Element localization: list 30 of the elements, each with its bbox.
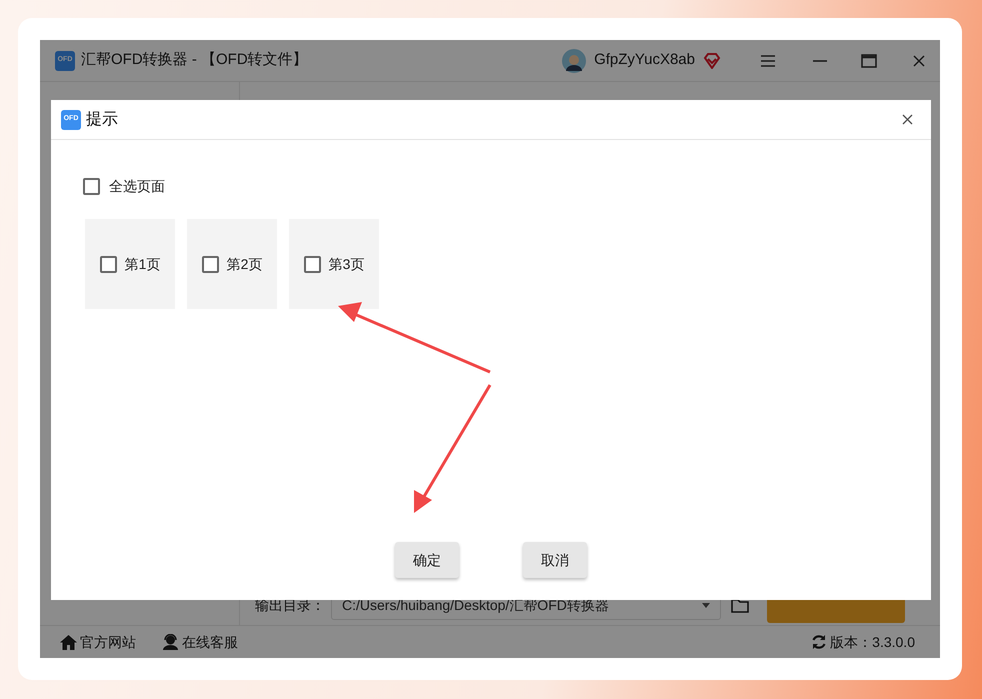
refresh-icon <box>811 634 828 650</box>
close-icon[interactable] <box>902 114 913 125</box>
page-tile[interactable]: 第2页 <box>187 219 277 309</box>
close-icon[interactable] <box>913 54 925 66</box>
home-icon <box>60 634 77 650</box>
diamond-icon <box>703 52 721 68</box>
dialog-title: 提示 <box>86 110 118 130</box>
checkbox-label: 第1页 <box>124 254 160 274</box>
footer-link[interactable]: 官方网站 <box>80 632 136 652</box>
page-tile[interactable]: 第1页 <box>85 219 175 309</box>
page-tile[interactable]: 第3页 <box>289 219 379 309</box>
checkbox[interactable] <box>83 178 100 195</box>
avatar-icon <box>562 48 586 72</box>
checkbox-label: 第3页 <box>328 254 364 274</box>
checkbox-label: 第2页 <box>226 254 262 274</box>
folder-icon[interactable] <box>731 597 749 613</box>
headset-icon <box>162 634 179 650</box>
checkbox[interactable] <box>100 256 117 272</box>
cancel-button[interactable]: 取消 <box>523 542 587 578</box>
menu-icon[interactable] <box>761 54 775 66</box>
minimize-icon[interactable] <box>813 60 827 62</box>
checkbox-label: 全选页面 <box>109 177 165 196</box>
confirm-button[interactable]: 确定 <box>395 542 459 578</box>
window-title: 汇帮OFD转换器 - 【OFD转文件】 <box>81 50 308 70</box>
footer-link[interactable]: 在线客服 <box>182 632 238 652</box>
user-name: GfpZyYucX8ab <box>594 50 695 70</box>
checkbox[interactable] <box>202 256 219 272</box>
maximize-icon[interactable] <box>861 54 877 68</box>
version-label: 版本：3.3.0.0 <box>830 632 915 652</box>
checkbox[interactable] <box>304 256 321 272</box>
